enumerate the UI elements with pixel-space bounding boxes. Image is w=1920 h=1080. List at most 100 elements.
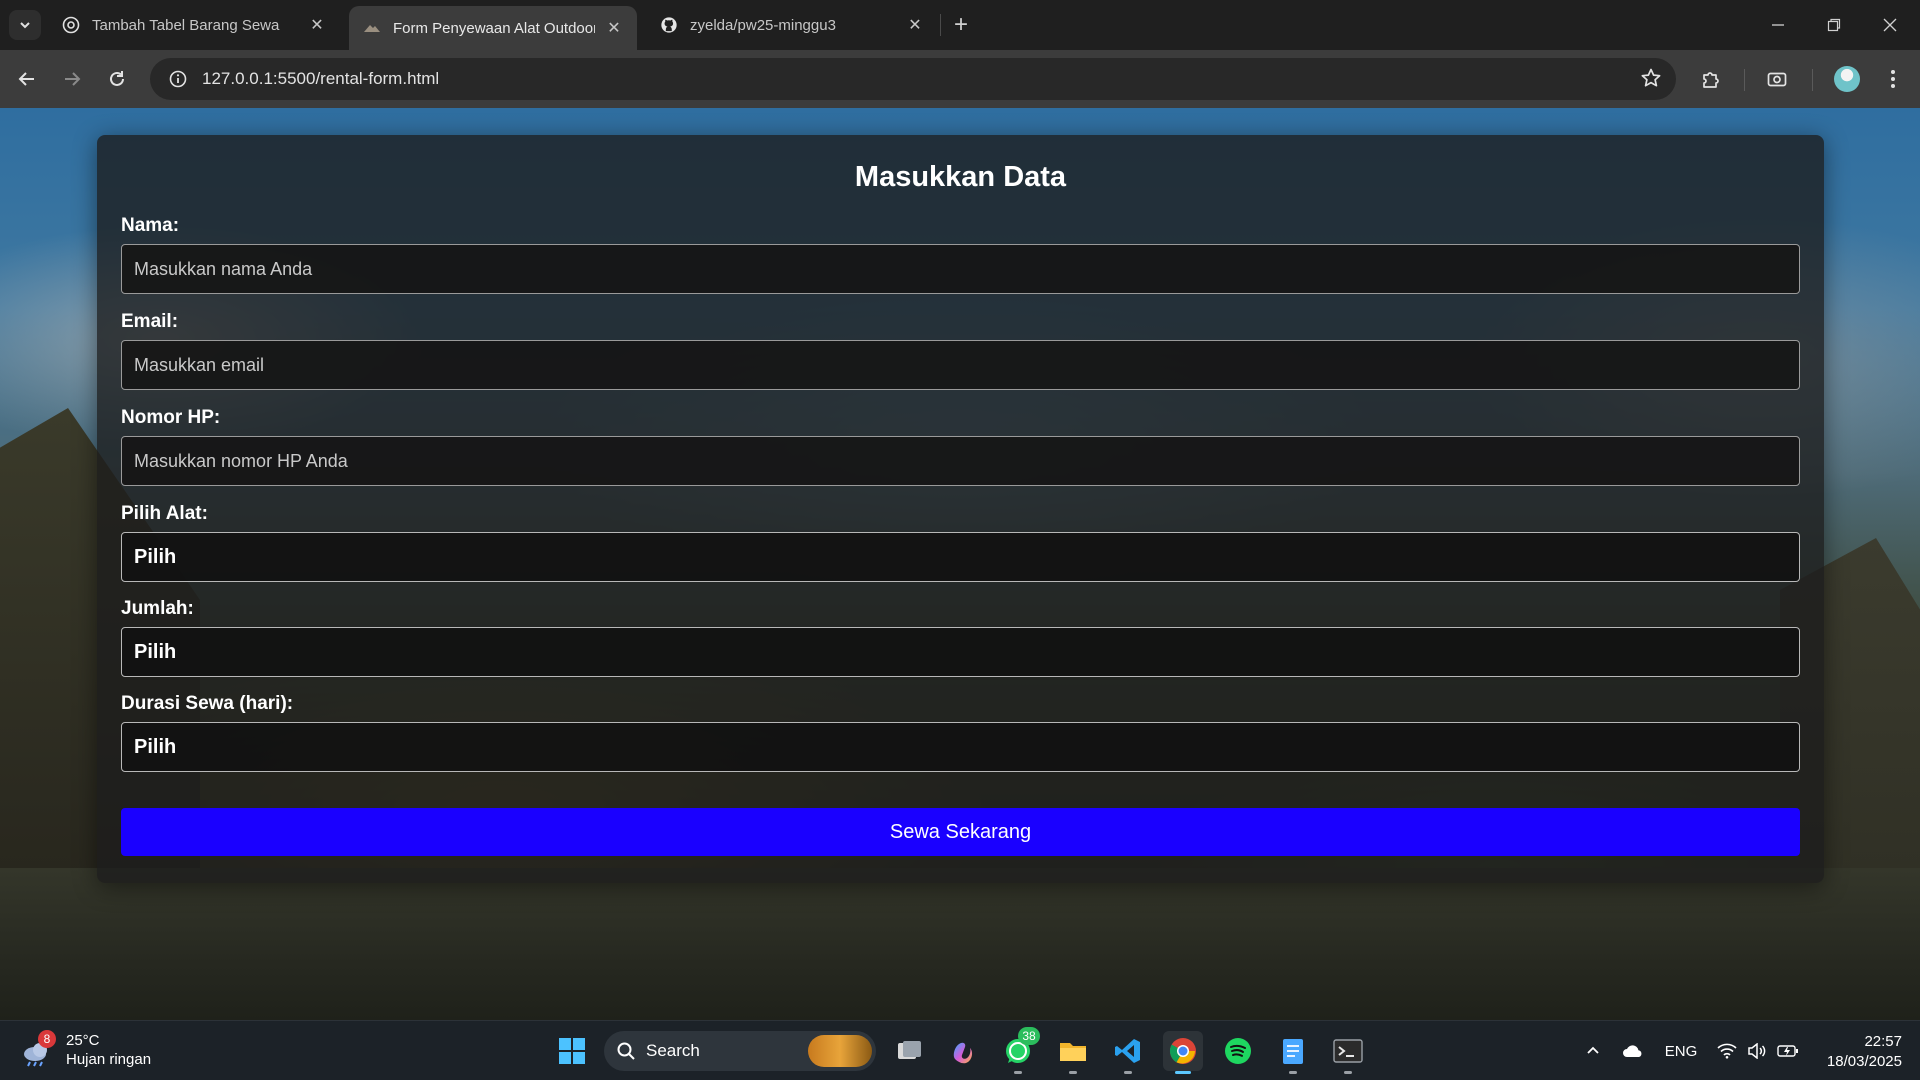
close-window-button[interactable] [1862,0,1918,50]
page-viewport: Masukkan Data Nama: Email: Nomor HP: Pil… [0,108,1920,1020]
browser-menu-button[interactable] [1877,63,1909,95]
chevron-up-icon [1587,1046,1599,1054]
tab-github-repo[interactable]: zyelda/pw25-minggu3 ✕ [646,6,938,44]
more-vertical-icon [1891,70,1895,88]
battery-button[interactable] [1774,1021,1802,1080]
taskbar-search[interactable]: Search [604,1031,876,1071]
language-indicator[interactable]: ENG [1660,1021,1702,1080]
tab-title: Form Penyewaan Alat Outdoor [393,19,595,37]
back-button[interactable] [11,63,43,95]
tab-search-button[interactable] [9,10,41,40]
toolbar-separator [1812,69,1813,91]
cloud-icon [1623,1045,1642,1057]
rental-form-card: Masukkan Data Nama: Email: Nomor HP: Pil… [97,135,1824,883]
email-input[interactable] [121,340,1800,390]
forward-button[interactable] [56,63,88,95]
vscode-icon [1115,1039,1140,1063]
tab-title: Tambah Tabel Barang Sewa [92,16,280,34]
clock-time: 22:57 [1864,1033,1902,1050]
puzzle-icon [1703,72,1719,88]
alat-select-value: Pilih [134,545,177,568]
form-heading: Masukkan Data [854,161,1067,193]
windows-taskbar: 8 25°C Hujan ringan Search 38 ENG 22:57 … [0,1020,1920,1080]
close-icon[interactable]: ✕ [904,14,926,36]
alat-select[interactable]: Pilih [121,532,1800,582]
weather-widget[interactable]: 8 25°C Hujan ringan [20,1030,152,1069]
restore-icon [1827,18,1841,32]
sewa-sekarang-button[interactable]: Sewa Sekarang [121,808,1800,856]
tab-title: zyelda/pw25-minggu3 [690,16,836,34]
windows-start-icon [559,1038,585,1064]
tab-tambah-tabel[interactable]: Tambah Tabel Barang Sewa ✕ [48,6,340,44]
jumlah-label: Jumlah: [121,598,194,619]
chevron-down-icon [20,22,30,29]
site-info-icon[interactable] [158,69,198,89]
extensions-button[interactable] [1695,63,1727,95]
jumlah-select-value: Pilih [134,640,177,663]
profile-avatar[interactable] [1834,66,1860,92]
restore-button[interactable] [1806,0,1862,50]
search-label: Search [646,1041,700,1060]
durasi-select-value: Pilih [134,735,177,758]
new-tab-button[interactable]: + [948,11,974,38]
close-icon [1883,18,1897,32]
nama-label: Nama: [121,215,180,236]
copilot-button[interactable] [943,1031,983,1071]
notepad-button[interactable] [1273,1031,1313,1074]
nama-input[interactable] [121,244,1800,294]
speaker-icon [1748,1043,1766,1059]
screenshot-button[interactable] [1761,63,1793,95]
vscode-button[interactable] [1108,1031,1148,1074]
wifi-button[interactable] [1714,1021,1740,1080]
browser-tab-strip: Tambah Tabel Barang Sewa ✕ Form Penyewaa… [0,0,1920,50]
weather-condition: Hujan ringan [66,1051,152,1068]
minimize-button[interactable] [1750,0,1806,50]
chatgpt-icon [62,16,80,34]
tab-separator [940,14,941,36]
clock-date: 18/03/2025 [1826,1053,1902,1070]
show-hidden-icons-button[interactable] [1578,1021,1608,1080]
jumlah-select[interactable]: Pilih [121,627,1800,677]
whatsapp-button[interactable]: 38 [998,1027,1040,1074]
background-landscape [0,868,1920,1020]
durasi-select[interactable]: Pilih [121,722,1800,772]
address-bar[interactable]: 127.0.0.1:5500/rental-form.html [150,58,1676,100]
phone-input[interactable] [121,436,1800,486]
spotify-icon [1225,1038,1251,1064]
volume-button[interactable] [1744,1021,1770,1080]
file-explorer-button[interactable] [1053,1031,1093,1074]
github-icon [660,16,678,34]
whatsapp-badge: 38 [1018,1027,1040,1045]
terminal-button[interactable] [1328,1031,1368,1074]
onedrive-button[interactable] [1618,1021,1648,1080]
windows-start-button[interactable] [552,1031,592,1071]
chrome-button[interactable] [1163,1031,1203,1074]
notepad-icon [1283,1039,1303,1064]
copilot-icon [953,1042,973,1064]
durasi-label: Durasi Sewa (hari): [121,693,294,714]
minimize-icon [1772,24,1784,26]
close-icon[interactable]: ✕ [603,17,625,39]
mountain-icon [363,19,381,37]
search-icon [617,1042,635,1060]
file-explorer-icon [1060,1043,1086,1061]
language-label: ENG [1664,1042,1698,1060]
toolbar-separator [1744,69,1745,91]
close-icon[interactable]: ✕ [306,14,328,36]
task-view-button[interactable] [889,1031,929,1071]
camera-icon [1767,72,1787,87]
spotify-button[interactable] [1218,1031,1258,1071]
taskbar-clock[interactable]: 22:57 18/03/2025 [1816,1032,1902,1072]
alat-label: Pilih Alat: [121,503,208,524]
battery-charging-icon [1777,1045,1798,1057]
reload-button[interactable] [101,63,133,95]
tab-form-penyewaan[interactable]: Form Penyewaan Alat Outdoor ✕ [349,6,637,50]
bookmark-star-icon[interactable] [1640,67,1662,94]
email-label: Email: [121,311,179,332]
search-highlight-image [808,1035,872,1067]
chrome-icon [1169,1038,1196,1064]
browser-toolbar: 127.0.0.1:5500/rental-form.html [0,50,1920,108]
terminal-icon [1333,1039,1363,1063]
reload-icon [110,71,124,86]
weather-temp: 25°C [66,1032,100,1049]
